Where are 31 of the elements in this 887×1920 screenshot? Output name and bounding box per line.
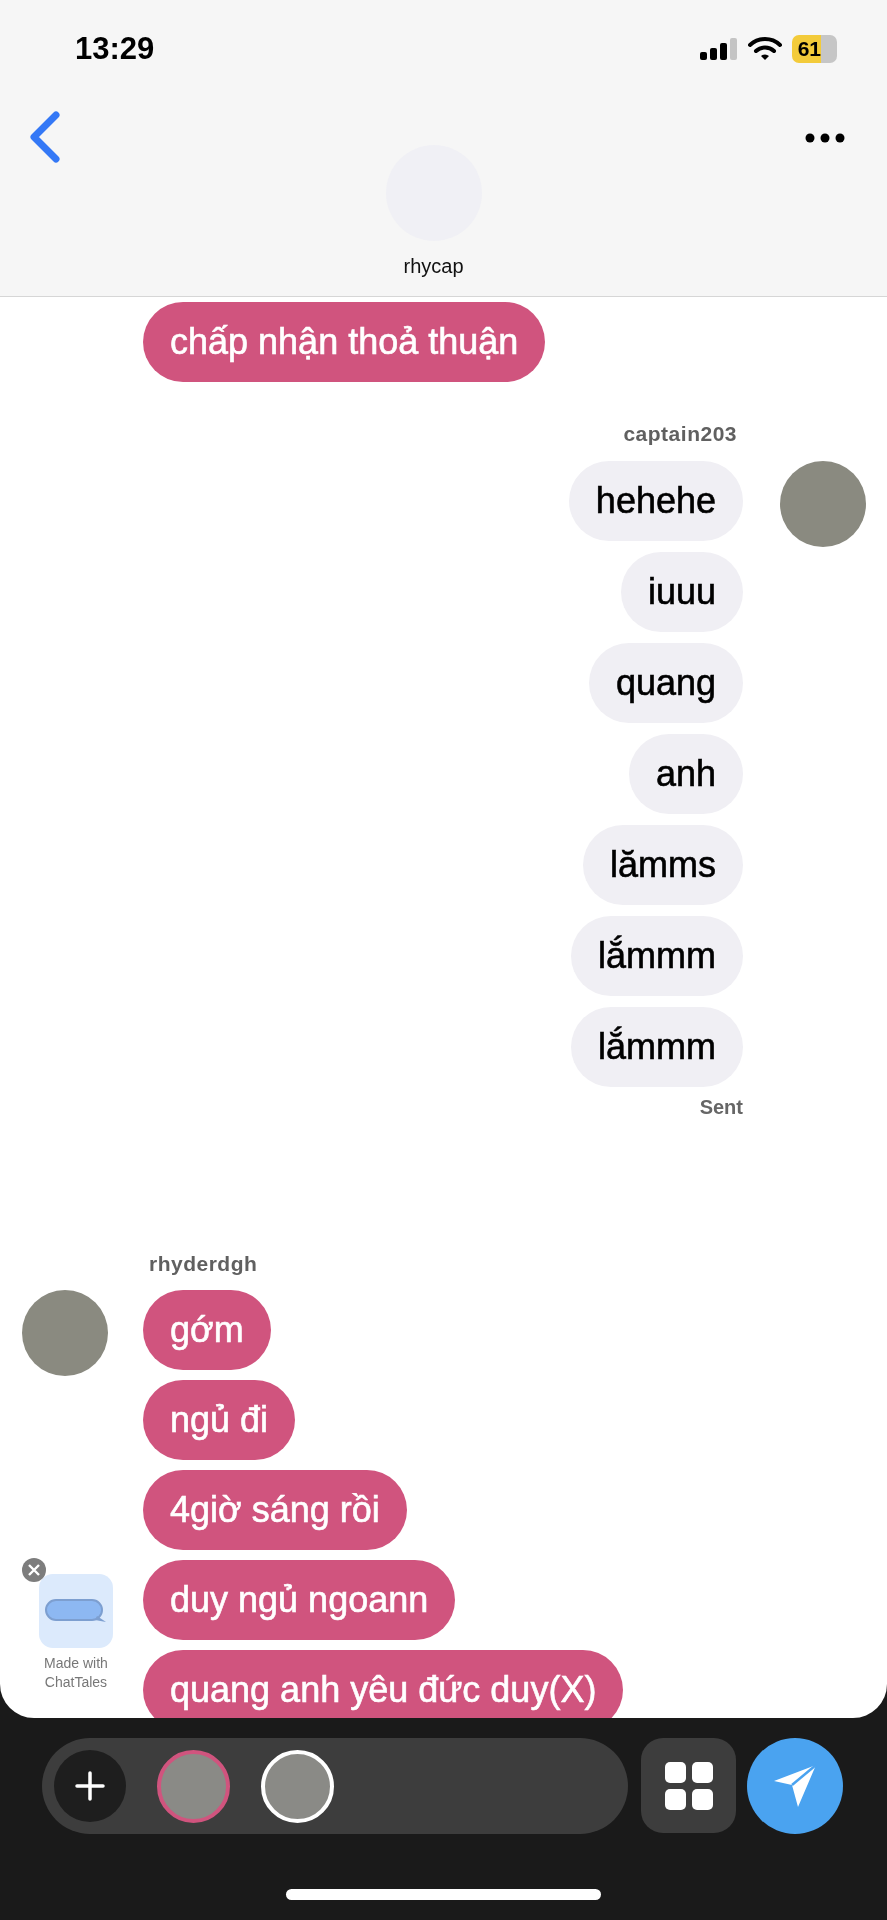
close-icon[interactable] bbox=[22, 1558, 46, 1582]
delivery-status: Sent bbox=[699, 1096, 743, 1119]
message-bubble: gớm bbox=[143, 1290, 271, 1370]
add-button[interactable] bbox=[54, 1750, 126, 1822]
back-icon[interactable] bbox=[28, 111, 62, 163]
message-bubble: hehehe bbox=[568, 461, 743, 541]
message-bubble: quang anh yêu đức duy(X) bbox=[143, 1650, 624, 1718]
chat-bubble-icon bbox=[39, 1574, 113, 1648]
send-icon bbox=[772, 1763, 818, 1809]
message-bubble: lắmmm bbox=[571, 1007, 743, 1087]
promo-text: Made with ChatTales bbox=[43, 1654, 109, 1692]
message-bubble: chấp nhận thoả thuận bbox=[143, 302, 546, 382]
message-bubble: iuuu bbox=[620, 552, 743, 632]
message-bubble: anh bbox=[628, 734, 743, 814]
contact-name: rhycap bbox=[403, 255, 464, 278]
status-time: 13:29 bbox=[75, 30, 155, 67]
message-bubble: 4giờ sáng rồi bbox=[143, 1470, 407, 1550]
more-icon[interactable] bbox=[805, 133, 845, 143]
battery-indicator: 61 bbox=[791, 34, 837, 63]
message-bubble: lắmmm bbox=[571, 916, 743, 996]
grid-icon bbox=[664, 1761, 713, 1810]
sender-name: captain203 bbox=[623, 422, 737, 446]
message-bubble: lămms bbox=[583, 825, 743, 905]
sender-name: rhyderdgh bbox=[149, 1252, 258, 1276]
message-bubble: duy ngủ ngoann bbox=[143, 1560, 456, 1640]
signal-icon bbox=[699, 37, 738, 60]
wifi-icon bbox=[747, 36, 782, 61]
message-bubble: ngủ đi bbox=[143, 1380, 296, 1460]
message-bubble: quang bbox=[588, 643, 743, 723]
grid-button[interactable] bbox=[641, 1738, 736, 1833]
plus-icon bbox=[75, 1771, 105, 1801]
